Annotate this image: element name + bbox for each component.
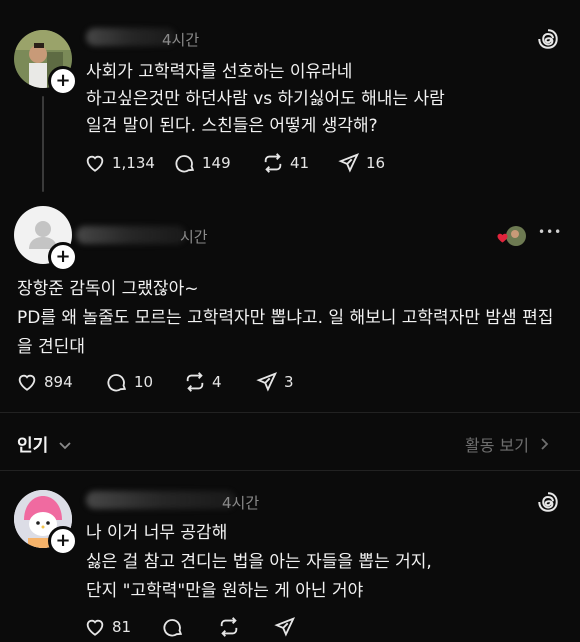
follow-plus-button[interactable]: + xyxy=(48,526,78,556)
comment-icon xyxy=(107,374,127,392)
comment-icon xyxy=(163,619,183,637)
username-blurred[interactable] xyxy=(76,226,186,244)
threads-logo-icon[interactable] xyxy=(537,28,559,54)
post-time: 4시간 xyxy=(162,31,200,49)
divider xyxy=(0,412,580,413)
post-text-line: 나 이거 너무 공감해 xyxy=(86,523,228,543)
comment-count: 10 xyxy=(134,373,154,391)
post-text-line: 을 견딘대 xyxy=(17,337,85,357)
comment-button[interactable] xyxy=(162,616,218,638)
like-button[interactable]: 1,134 xyxy=(84,152,174,174)
sort-label: 인기 xyxy=(17,436,49,456)
send-icon xyxy=(274,617,296,637)
post-text-line: 일견 말이 된다. 스친들은 어떻게 생각해? xyxy=(86,116,378,136)
like-count: 894 xyxy=(44,373,73,391)
follow-plus-button[interactable]: + xyxy=(48,66,78,96)
like-button[interactable]: 81 xyxy=(84,616,162,638)
share-button[interactable]: 16 xyxy=(338,152,385,174)
share-count: 3 xyxy=(284,373,294,391)
heart-icon xyxy=(18,374,36,391)
comment-button[interactable]: 10 xyxy=(106,371,184,393)
repost-button[interactable]: 41 xyxy=(262,152,338,174)
post-3[interactable]: + 4시간 나 이거 너무 공감해 싫은 걸 참고 견디는 법을 아는 자들을 … xyxy=(0,470,580,642)
post-text-line: 하고싶은것만 하던사람 vs 하기싫어도 해내는 사람 xyxy=(86,89,445,109)
share-count: 16 xyxy=(366,154,386,172)
post-time: 4시간 xyxy=(222,494,260,512)
sort-popular-dropdown[interactable]: 인기 xyxy=(17,431,72,456)
post-2[interactable]: + 시간 ••• 장항준 감독이 그랬잖아~ PD를 왜 놀줄도 모르는 고학력… xyxy=(0,200,580,410)
view-activity-link[interactable]: 활동 보기 xyxy=(465,432,550,456)
like-count: 81 xyxy=(112,618,132,636)
post-time: 시간 xyxy=(180,228,208,246)
post-text-line: 사회가 고학력자를 선호하는 이유라네 xyxy=(86,62,353,82)
repost-button[interactable]: 4 xyxy=(184,371,256,393)
like-button[interactable]: 894 xyxy=(16,371,106,393)
post-text-line: 장항준 감독이 그랬잖아~ xyxy=(17,279,199,299)
follow-plus-button[interactable]: + xyxy=(48,242,78,272)
post-1[interactable]: + 4시간 사회가 고학력자를 선호하는 이유라네 하고싶은것만 하던사람 vs… xyxy=(0,0,580,200)
share-button[interactable] xyxy=(274,616,296,638)
username-blurred[interactable] xyxy=(86,491,236,509)
repost-icon xyxy=(264,153,282,173)
thread-connector-line xyxy=(42,96,44,192)
comment-count: 149 xyxy=(202,154,231,172)
repost-icon xyxy=(220,617,238,637)
comment-icon xyxy=(175,155,195,173)
threads-logo-icon[interactable] xyxy=(537,491,559,517)
post-actions: 81 xyxy=(84,616,296,638)
share-button[interactable]: 3 xyxy=(256,371,294,393)
post-actions: 1,134 149 41 16 xyxy=(84,152,385,174)
repost-count: 41 xyxy=(290,154,310,172)
comment-button[interactable]: 149 xyxy=(174,152,262,174)
heart-icon xyxy=(86,155,104,172)
chevron-down-icon xyxy=(59,442,71,450)
post-text-line: 싫은 걸 참고 견디는 법을 아는 자들을 뽑는 거지, xyxy=(86,552,432,572)
activity-label: 활동 보기 xyxy=(465,436,529,455)
repost-button[interactable] xyxy=(218,616,274,638)
post-actions: 894 10 4 3 xyxy=(16,371,294,393)
threads-page: + 4시간 사회가 고학력자를 선호하는 이유라네 하고싶은것만 하던사람 vs… xyxy=(0,0,580,642)
chevron-right-icon xyxy=(541,438,549,450)
more-options-button[interactable]: ••• xyxy=(538,225,562,239)
heart-icon xyxy=(86,619,104,636)
liked-by-author-avatar xyxy=(496,224,528,248)
repost-count: 4 xyxy=(212,373,222,391)
send-icon xyxy=(256,372,278,392)
repost-icon xyxy=(186,372,204,392)
post-text-line: PD를 왜 놀줄도 모르는 고학력자만 뽑냐고. 일 해보니 고학력자만 밤샘 … xyxy=(17,308,554,328)
post-text-line: 단지 "고학력"만을 원하는 게 아닌 거야 xyxy=(86,581,364,601)
like-count: 1,134 xyxy=(112,154,155,172)
send-icon xyxy=(338,153,360,173)
